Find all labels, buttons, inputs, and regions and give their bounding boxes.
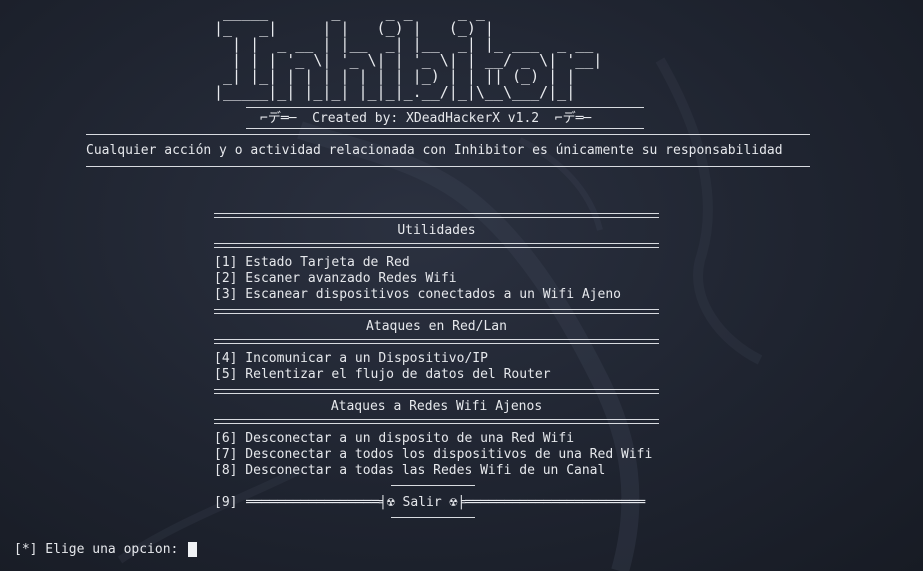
disclaimer-divider-top: [86, 134, 810, 135]
banner-divider-bottom: [246, 128, 644, 129]
section-title-ataques-red-lan: Ataques en Red/Lan: [366, 319, 507, 334]
section-title-ataques-wifi: Ataques a Redes Wifi Ajenos: [330, 399, 543, 414]
section-title-utilidades: Utilidades: [397, 223, 476, 238]
menu-option-3[interactable]: [3] Escanear dispositivos conectados a u…: [214, 287, 621, 303]
menu-divider: [214, 419, 659, 424]
menu-option-6[interactable]: [6] Desconectar a un disposito de una Re…: [214, 431, 574, 447]
exit-option-label[interactable]: ═════════════════╡☢ Salir ☢╞════════════…: [246, 495, 659, 511]
banner-divider-top: [246, 107, 644, 108]
credit-line: ⌐デ═─ Created by: XDeadHackerX v1.2 ⌐デ═─: [260, 111, 592, 126]
menu-option-1[interactable]: [1] Estado Tarjeta de Red: [214, 255, 410, 271]
terminal-cursor[interactable]: [188, 542, 197, 557]
exit-divider-top: [391, 485, 475, 486]
menu-divider: [214, 213, 659, 218]
disclaimer-divider-bottom: [86, 166, 810, 167]
menu-divider: [214, 389, 659, 394]
inhibitor-ascii-logo: _____ _ _ _ _ _ |_ _| | | (_) | (_) | | …: [214, 3, 603, 101]
menu-divider: [214, 339, 659, 344]
option-prompt: [*] Elige una opcion:: [14, 542, 187, 557]
disclaimer-text: Cualquier acción y o actividad relaciona…: [86, 143, 783, 158]
menu-divider: [214, 309, 659, 314]
menu-option-5[interactable]: [5] Relentizar el flujo de datos del Rou…: [214, 367, 551, 383]
menu-option-2[interactable]: [2] Escaner avanzado Redes Wifi: [214, 271, 457, 287]
menu-option-7[interactable]: [7] Desconectar a todos los dispositivos…: [214, 447, 652, 463]
menu-option-4[interactable]: [4] Incomunicar a un Dispositivo/IP: [214, 351, 488, 367]
menu-option-9-number[interactable]: [9]: [214, 495, 237, 511]
menu-option-8[interactable]: [8] Desconectar a todas las Redes Wifi d…: [214, 463, 605, 479]
menu-divider: [214, 243, 659, 248]
exit-divider-bottom: [391, 517, 475, 518]
